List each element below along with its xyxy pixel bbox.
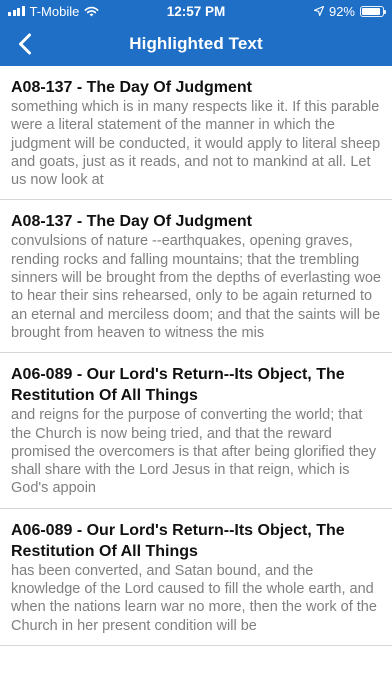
battery-percent: 92%: [328, 3, 355, 19]
status-bar: T-Mobile 12:57 PM 92%: [0, 0, 392, 22]
item-title: A06-089 - Our Lord's Return--Its Object,…: [11, 366, 345, 405]
status-right: 92%: [254, 3, 386, 19]
list-item[interactable]: A08-137 - The Day Of Judgment something …: [0, 66, 392, 201]
carrier-label: T-Mobile: [29, 3, 80, 19]
item-excerpt: has been converted, and Satan bound, and…: [11, 562, 377, 634]
highlight-list: A08-137 - The Day Of Judgment something …: [0, 66, 392, 646]
wifi-icon: [84, 6, 99, 16]
item-title: A08-137 - The Day Of Judgment: [11, 79, 252, 96]
list-item[interactable]: A06-089 - Our Lord's Return--Its Object,…: [0, 353, 392, 509]
list-item[interactable]: A08-137 - The Day Of Judgment convulsion…: [0, 200, 392, 354]
item-title: A06-089 - Our Lord's Return--Its Object,…: [11, 521, 345, 560]
status-left: T-Mobile: [8, 4, 138, 19]
location-arrow-icon: [313, 6, 324, 16]
signal-bars-icon: [8, 6, 25, 16]
item-excerpt: and reigns for the purpose of converting…: [11, 407, 377, 497]
battery-icon: [360, 5, 386, 17]
back-button[interactable]: [8, 28, 42, 60]
status-time: 12:57 PM: [166, 3, 226, 19]
chevron-left-icon: [19, 33, 31, 55]
list-item[interactable]: A06-089 - Our Lord's Return--Its Object,…: [0, 509, 392, 646]
battery-fill: [362, 7, 381, 15]
item-excerpt: convulsions of nature --earthquakes, ope…: [11, 233, 381, 341]
page-title: Highlighted Text: [129, 34, 263, 53]
navigation-bar: Highlighted Text: [0, 22, 392, 66]
item-excerpt: something which is in many respects like…: [11, 99, 381, 189]
item-title: A08-137 - The Day Of Judgment: [11, 213, 252, 231]
